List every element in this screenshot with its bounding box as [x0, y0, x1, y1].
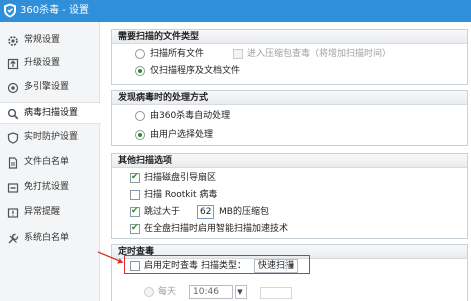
- rootkit-label: 扫描 Rootkit 病毒: [144, 190, 218, 200]
- group-header: 需要扫描的文件类型: [112, 30, 467, 44]
- do-not-disturb-icon: [7, 183, 19, 193]
- auto-handle-radio[interactable]: [135, 111, 145, 121]
- sidebar-item-label: 升级设置: [24, 58, 61, 68]
- shield-icon: [7, 132, 19, 144]
- sidebar-item-label: 文件白名单: [24, 157, 70, 167]
- sidebar-item-file-whitelist[interactable]: 文件白名单: [0, 152, 100, 174]
- scan-magnifier-icon: [7, 108, 19, 120]
- sidebar-item-anomaly-alert[interactable]: 异常提醒: [0, 202, 100, 224]
- daily-radio[interactable]: [144, 287, 154, 297]
- sidebar-item-do-not-disturb[interactable]: 免打扰设置: [0, 177, 100, 199]
- auto-handle-label: 由360杀毒自动处理: [150, 111, 231, 121]
- sidebar-item-label: 实时防护设置: [24, 132, 79, 142]
- scan-archives-checkbox[interactable]: [233, 49, 243, 59]
- scan-programs-docs-radio[interactable]: [135, 66, 145, 76]
- title-bar: 360杀毒 - 设置: [0, 0, 471, 22]
- engines-icon: [7, 82, 19, 94]
- time-spinner[interactable]: ▼: [235, 285, 247, 299]
- sidebar-item-general[interactable]: 常规设置: [0, 30, 100, 52]
- group-header: 其他扫描选项: [112, 154, 467, 168]
- sidebar-item-upgrade[interactable]: 升级设置: [0, 53, 100, 75]
- rootkit-checkbox[interactable]: [130, 190, 140, 200]
- schedule-extra-select[interactable]: [260, 287, 292, 299]
- sidebar-item-label: 常规设置: [24, 35, 61, 45]
- skip-suffix-label: MB的压缩包: [219, 207, 269, 217]
- 360-shield-logo-icon: [4, 3, 16, 18]
- sidebar-item-multi-engine[interactable]: 多引擎设置: [0, 77, 100, 99]
- user-handle-label: 由用户选择处理: [150, 130, 214, 140]
- sidebar-item-label: 系统白名单: [24, 233, 70, 243]
- file-types-group: 需要扫描的文件类型 扫描所有文件 进入压缩包查毒（将增加扫描时间） 仅扫描程序及…: [111, 29, 468, 85]
- group-title: 发现病毒时的处理方式: [118, 93, 209, 103]
- time-value: 10:46: [193, 287, 219, 297]
- boot-sector-checkbox[interactable]: [130, 172, 140, 183]
- gear-icon: [8, 36, 18, 46]
- sidebar-item-label: 异常提醒: [24, 207, 61, 217]
- scan-programs-docs-label: 仅扫描程序及文档文件: [150, 66, 241, 76]
- skip-size-input[interactable]: 62: [197, 205, 214, 219]
- sidebar-item-realtime-protection[interactable]: 实时防护设置: [0, 127, 100, 149]
- sidebar-item-label: 多引擎设置: [24, 82, 70, 92]
- other-scan-options-group: 其他扫描选项 扫描磁盘引导扇区 扫描 Rootkit 病毒 跳过大于 62 MB…: [111, 153, 468, 239]
- upgrade-icon: [7, 58, 19, 70]
- time-input[interactable]: 10:46: [189, 285, 233, 299]
- scan-archives-label: 进入压缩包查毒（将增加扫描时间）: [247, 49, 392, 59]
- window-title: 360杀毒 - 设置: [20, 5, 90, 16]
- scan-all-files-label: 扫描所有文件: [150, 49, 205, 59]
- smart-scan-checkbox[interactable]: [130, 223, 140, 234]
- sidebar-item-virus-scan[interactable]: 病毒扫描设置: [0, 102, 101, 124]
- group-title: 需要扫描的文件类型: [118, 32, 200, 42]
- skip-large-archives-checkbox[interactable]: [130, 206, 140, 217]
- annotation-highlight-box: [124, 255, 310, 274]
- scan-all-files-radio[interactable]: [135, 49, 145, 59]
- file-whitelist-icon: [8, 157, 18, 169]
- user-handle-radio[interactable]: [135, 130, 145, 140]
- smart-scan-label: 在全盘扫描时启用智能扫描加速技术: [144, 224, 289, 234]
- virus-handling-group: 发现病毒时的处理方式 由360杀毒自动处理 由用户选择处理: [111, 90, 468, 146]
- sidebar-item-label: 免打扰设置: [24, 182, 70, 192]
- group-title: 其他扫描选项: [118, 156, 173, 166]
- skip-prefix-label: 跳过大于: [144, 207, 181, 217]
- boot-sector-label: 扫描磁盘引导扇区: [144, 173, 217, 183]
- chevron-down-icon: ▼: [237, 288, 243, 296]
- group-header: 发现病毒时的处理方式: [112, 91, 467, 105]
- daily-label: 每天: [158, 287, 177, 297]
- sidebar-item-label: 病毒扫描设置: [24, 108, 79, 118]
- annotation-arrow-icon: [97, 251, 124, 264]
- tools-icon: [8, 233, 19, 244]
- sidebar-item-system-whitelist[interactable]: 系统白名单: [0, 228, 100, 250]
- alert-icon: [7, 208, 19, 218]
- settings-sidebar: 常规设置 升级设置 多引擎设置 病毒扫描设置 实时防护设置 文件白名单 免打扰设…: [0, 22, 101, 301]
